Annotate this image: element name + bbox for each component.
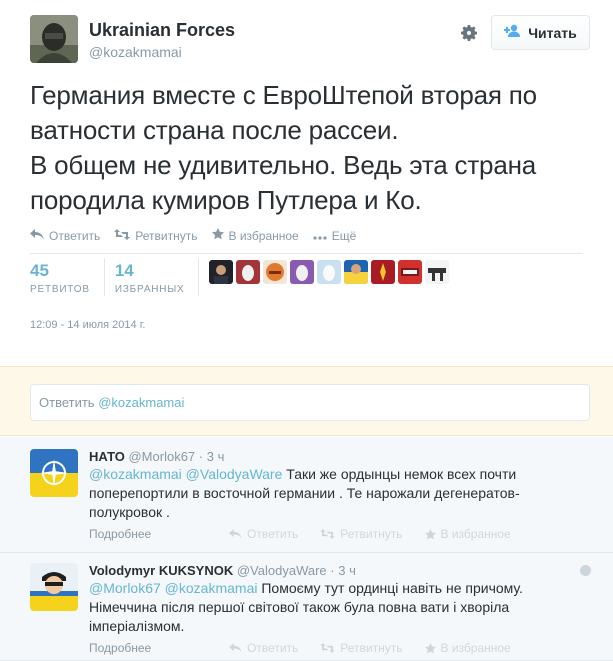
reply-author-name[interactable]: НАТО bbox=[89, 449, 125, 464]
reply-avatar[interactable] bbox=[30, 449, 78, 497]
more-action[interactable]: Ещё bbox=[313, 228, 357, 243]
reply-author-username[interactable]: @Morlok67 bbox=[128, 449, 195, 464]
follow-label: Читать bbox=[528, 24, 577, 41]
tweet-actions: Ответить Ретвитнуть В избранное Ещё bbox=[30, 228, 356, 243]
retweet-icon bbox=[114, 228, 131, 243]
reply-retweet-label: Ретвитнуть bbox=[340, 527, 403, 541]
follow-person-icon bbox=[504, 24, 522, 41]
favorites-label: ИЗБРАННЫХ bbox=[114, 284, 185, 295]
reply-actions: Подробнее Ответить Ретвитнуть В избранно… bbox=[89, 527, 589, 541]
favorite-action-label: В избранное bbox=[228, 228, 299, 243]
reply-header: НАТО @Morlok67 · 3 ч bbox=[89, 449, 224, 464]
reply-actions: Подробнее Ответить Ретвитнуть В избранно… bbox=[89, 641, 589, 655]
stat-separator bbox=[198, 258, 200, 296]
retweets-stat[interactable]: 45 РЕТВИТОВ bbox=[30, 261, 104, 296]
retweet-icon bbox=[320, 643, 336, 653]
reply-action-label: Ответить bbox=[49, 228, 101, 243]
profile-username[interactable]: @kozakmamai bbox=[89, 44, 235, 60]
reply-favorite-label: В избранное bbox=[440, 641, 511, 655]
favorites-count: 14 bbox=[114, 261, 134, 280]
reply-more-link[interactable]: Подробнее bbox=[89, 527, 229, 541]
stat-separator bbox=[103, 258, 105, 296]
retweeter-avatar[interactable] bbox=[344, 260, 369, 284]
retweeter-avatar[interactable] bbox=[425, 260, 450, 284]
profile-name[interactable]: Ukrainian Forces bbox=[89, 20, 235, 41]
more-action-label: Ещё bbox=[331, 228, 357, 243]
retweeter-avatar[interactable] bbox=[263, 260, 288, 284]
reply-text: @Morlok67 @kozakmamai Помоєму тут ординц… bbox=[89, 579, 549, 636]
reply-reply-action[interactable]: Ответить bbox=[229, 641, 298, 655]
reply-icon bbox=[229, 529, 242, 539]
tweet-text: Германия вместе с ЕвроШтепой вторая по в… bbox=[30, 80, 537, 215]
star-icon bbox=[424, 528, 436, 539]
reply-input-mention: @kozakmamai bbox=[98, 395, 185, 410]
retweeter-avatar[interactable] bbox=[398, 260, 423, 284]
reply-time[interactable]: · 3 ч bbox=[199, 449, 225, 464]
reply-reply-label: Ответить bbox=[247, 527, 299, 541]
retweet-action[interactable]: Ретвитнуть bbox=[114, 228, 198, 243]
retweeter-avatar[interactable] bbox=[209, 260, 234, 284]
retweets-label: РЕТВИТОВ bbox=[30, 284, 90, 295]
reply-retweet-label: Ретвитнуть bbox=[340, 641, 403, 655]
reply-author-username[interactable]: @ValodyaWare bbox=[237, 563, 327, 578]
reply-action[interactable]: Ответить bbox=[30, 228, 101, 243]
status-dot-icon bbox=[580, 565, 591, 576]
reply-retweet-action[interactable]: Ретвитнуть bbox=[320, 641, 403, 655]
retweeter-avatar[interactable] bbox=[317, 260, 342, 284]
retweeter-avatars bbox=[209, 260, 450, 284]
reply-favorite-label: В избранное bbox=[440, 527, 511, 541]
retweeter-avatar[interactable] bbox=[236, 260, 261, 284]
retweeter-avatar[interactable] bbox=[290, 260, 315, 284]
retweet-action-label: Ретвитнуть bbox=[135, 228, 198, 243]
reply-avatar[interactable] bbox=[30, 563, 78, 611]
reply-time[interactable]: · 3 ч bbox=[330, 563, 356, 578]
reply-author-name[interactable]: Volodymyr KUKSYNOK bbox=[89, 563, 233, 578]
reply-mentions[interactable]: @Morlok67 @kozakmamai bbox=[89, 580, 257, 596]
reply-icon bbox=[30, 228, 44, 243]
retweet-icon bbox=[320, 529, 336, 539]
reply-favorite-action[interactable]: В избранное bbox=[424, 527, 511, 541]
favorites-stat[interactable]: 14 ИЗБРАННЫХ bbox=[114, 261, 199, 296]
reply-favorite-action[interactable]: В избранное bbox=[424, 641, 511, 655]
divider bbox=[30, 253, 583, 254]
reply-compose-zone: Ответить @kozakmamai bbox=[0, 366, 613, 436]
profile-avatar[interactable] bbox=[30, 15, 78, 63]
reply-tweet[interactable]: Volodymyr KUKSYNOK @ValodyaWare · 3 ч @M… bbox=[0, 553, 613, 661]
follow-button[interactable]: Читать bbox=[491, 15, 590, 50]
tweet-header: Ukrainian Forces @kozakmamai Читать bbox=[30, 15, 590, 65]
gear-icon[interactable] bbox=[459, 23, 479, 43]
tweet-timestamp[interactable]: 12:09 - 14 июля 2014 г. bbox=[30, 319, 145, 331]
tweet-stats: 45 РЕТВИТОВ 14 ИЗБРАННЫХ bbox=[30, 258, 450, 298]
favorite-action[interactable]: В избранное bbox=[211, 228, 299, 243]
reply-icon bbox=[229, 643, 242, 653]
retweeter-avatar[interactable] bbox=[371, 260, 396, 284]
reply-header: Volodymyr KUKSYNOK @ValodyaWare · 3 ч bbox=[89, 563, 356, 578]
reply-retweet-action[interactable]: Ретвитнуть bbox=[320, 527, 403, 541]
reply-input[interactable]: Ответить @kozakmamai bbox=[30, 384, 590, 421]
reply-input-prefix: Ответить bbox=[39, 395, 95, 410]
reply-text: @kozakmamai @ValodyaWare Таки же ордынцы… bbox=[89, 465, 539, 522]
profile-user-block[interactable]: Ukrainian Forces @kozakmamai bbox=[89, 20, 235, 60]
star-icon bbox=[424, 642, 436, 653]
star-icon bbox=[211, 228, 224, 243]
retweets-count: 45 bbox=[30, 261, 49, 280]
reply-mentions[interactable]: @kozakmamai @ValodyaWare bbox=[89, 466, 282, 482]
reply-more-link[interactable]: Подробнее bbox=[89, 641, 229, 655]
more-dots-icon bbox=[313, 229, 327, 243]
reply-tweet[interactable]: НАТО @Morlok67 · 3 ч @kozakmamai @Valody… bbox=[0, 437, 613, 553]
reply-reply-label: Ответить bbox=[247, 641, 299, 655]
reply-reply-action[interactable]: Ответить bbox=[229, 527, 298, 541]
